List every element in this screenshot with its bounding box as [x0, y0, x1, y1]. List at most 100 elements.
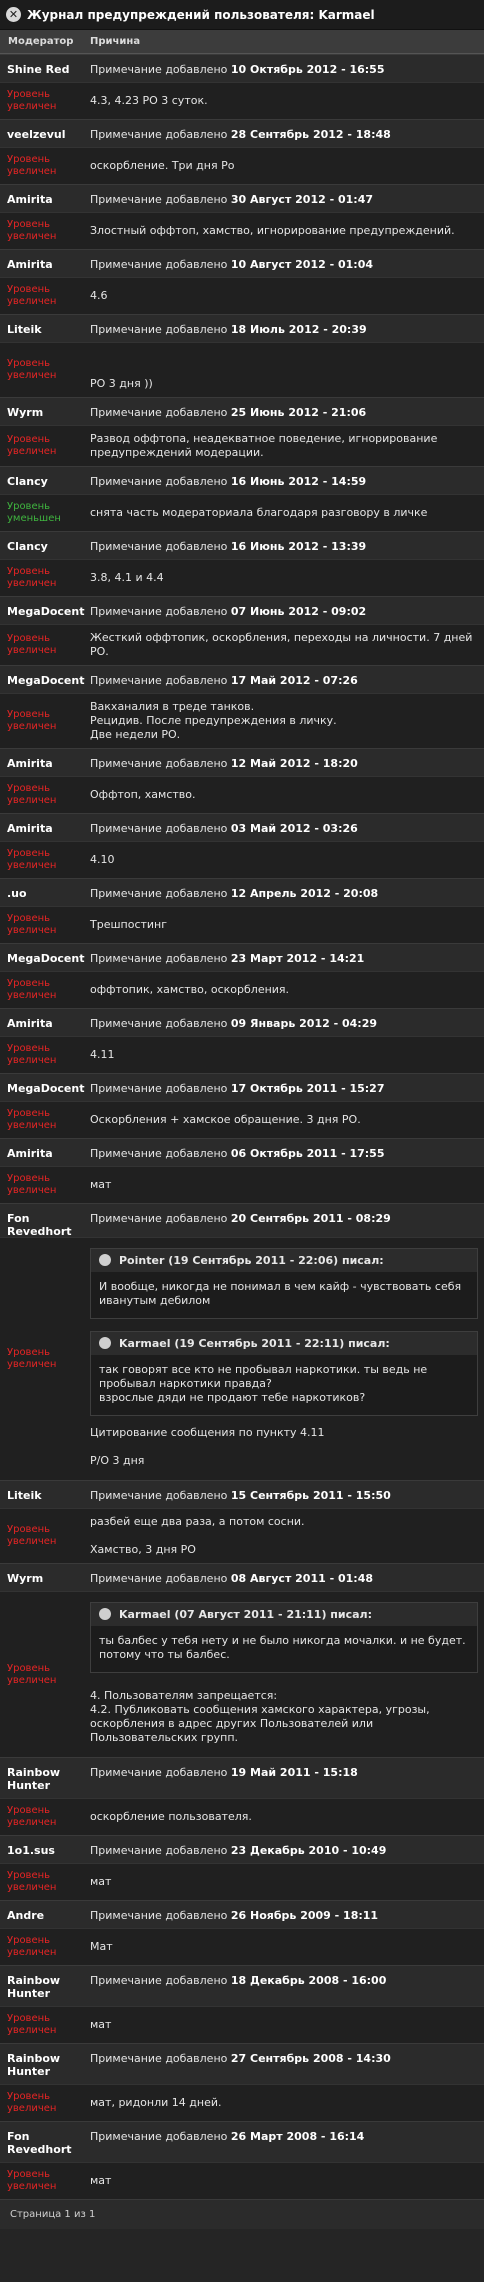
note-line: Примечание добавлено 12 Май 2012 - 18:20 [88, 749, 484, 776]
moderator-name[interactable]: Liteik [0, 1481, 88, 1508]
moderator-name[interactable]: MegaDocent [0, 944, 88, 971]
note-prefix: Примечание добавлено [90, 887, 228, 900]
log-entry: 1o1.sus Примечание добавлено 23 Декабрь 2… [0, 1835, 484, 1900]
reason-text: оскорбление. Три дня Ро [90, 159, 235, 172]
reason-text: оффтопик, хамство, оскорбления. [90, 983, 290, 996]
entry-body: Уровень увеличен мат [0, 1166, 484, 1203]
reason-text: мат [90, 2018, 112, 2031]
note-prefix: Примечание добавлено [90, 2130, 228, 2143]
quote-icon [99, 1254, 111, 1266]
reason-text: Оскорбления + хамское обращение. 3 дня Р… [90, 1113, 361, 1126]
level-status: Уровень увеличен [7, 1173, 57, 1196]
log-entry: MegaDocent Примечание добавлено 17 Октябр… [0, 1073, 484, 1138]
log-entry: MegaDocent Примечание добавлено 17 Май 20… [0, 665, 484, 748]
moderator-name[interactable]: Wyrm [0, 1564, 88, 1591]
pagination-footer: Страница 1 из 1 [0, 2199, 484, 2229]
page-indicator: Страница 1 из 1 [10, 2209, 96, 2220]
entry-header: Wyrm Примечание добавлено 08 Август 2011… [0, 1563, 484, 1591]
reason-text: мат, ридонли 14 дней. [90, 2096, 222, 2109]
entry-header: Liteik Примечание добавлено 15 Сентябрь … [0, 1480, 484, 1508]
quote-icon [99, 1608, 111, 1620]
title-bar: ✕ Журнал предупреждений пользователя: Ka… [0, 0, 484, 30]
note-date: 23 Март 2012 - 14:21 [230, 952, 365, 965]
note-date: 30 Август 2012 - 01:47 [230, 193, 373, 206]
moderator-name[interactable]: Amirita [0, 749, 88, 776]
note-prefix: Примечание добавлено [90, 540, 228, 553]
note-line: Примечание добавлено 20 Сентябрь 2011 - … [88, 1204, 484, 1231]
note-prefix: Примечание добавлено [90, 475, 228, 488]
entry-body: Уровень увеличен разбей еще два раза, а … [0, 1508, 484, 1563]
entry-header: Liteik Примечание добавлено 18 Июль 2012 … [0, 314, 484, 342]
moderator-name[interactable]: Clancy [0, 467, 88, 494]
moderator-name[interactable]: MegaDocent [0, 1074, 88, 1101]
moderator-name[interactable]: Wyrm [0, 398, 88, 425]
reason-text: снята часть модераториала благодаря разг… [90, 506, 428, 519]
moderator-name[interactable]: Shine Red [0, 55, 88, 82]
quote-header-2: Karmael (19 Сентябрь 2011 - 22:11) писал… [91, 1332, 477, 1355]
note-line: Примечание добавлено 15 Сентябрь 2011 - … [88, 1481, 484, 1508]
moderator-name[interactable]: Rainbow Hunter [0, 1966, 88, 2006]
note-date: 16 Июнь 2012 - 14:59 [230, 475, 367, 488]
note-line: Примечание добавлено 18 Июль 2012 - 20:3… [88, 315, 484, 342]
entry-body: Уровень увеличен 4.10 [0, 841, 484, 878]
note-line: Примечание добавлено 16 Июнь 2012 - 14:5… [88, 467, 484, 494]
note-line: Примечание добавлено 25 Июнь 2012 - 21:0… [88, 398, 484, 425]
level-status: Уровень увеличен [7, 1935, 57, 1958]
entry-body: Уровень увеличен оскорбление. Три дня Ро [0, 147, 484, 184]
moderator-name[interactable]: Fon Revedhort [0, 2122, 88, 2162]
reason-text: Трешпостинг [90, 918, 168, 931]
note-date: 18 Декабрь 2008 - 16:00 [230, 1974, 387, 1987]
reason-text: 4.3, 4.23 РО 3 суток. [90, 94, 208, 107]
entry-header: Shine Red Примечание добавлено 10 Октябрь… [0, 54, 484, 82]
note-date: 26 Март 2008 - 16:14 [230, 2130, 365, 2143]
reason-text: 3.8, 4.1 и 4.4 [90, 571, 164, 584]
moderator-name[interactable]: veelzevul [0, 120, 88, 147]
moderator-name[interactable]: Amirita [0, 250, 88, 277]
moderator-name[interactable]: Fon Revedhort [0, 1204, 88, 1244]
level-status: Уровень увеличен [7, 783, 57, 806]
note-prefix: Примечание добавлено [90, 63, 228, 76]
entry-header: veelzevul Примечание добавлено 28 Сентябр… [0, 119, 484, 147]
entry-header: Andre Примечание добавлено 26 Ноябрь 2009… [0, 1900, 484, 1928]
moderator-name[interactable]: .uo [0, 879, 88, 906]
moderator-name[interactable]: Amirita [0, 814, 88, 841]
note-line: Примечание добавлено 17 Май 2012 - 07:26 [88, 666, 484, 693]
entry-header: Fon Revedhort Примечание добавлено 26 Мар… [0, 2121, 484, 2162]
reason-text: Развод оффтопа, неадекватное поведение, … [90, 432, 438, 459]
note-date: 06 Октябрь 2011 - 17:55 [230, 1147, 385, 1160]
entry-body: Уровень увеличен Жесткий оффтопик, оскорб… [0, 624, 484, 665]
level-status: Уровень увеличен [7, 633, 57, 656]
note-line: Примечание добавлено 26 Ноябрь 2009 - 18… [88, 1901, 484, 1928]
note-date: 19 Май 2011 - 15:18 [230, 1766, 358, 1779]
moderator-name[interactable]: Andre [0, 1901, 88, 1928]
note-prefix: Примечание добавлено [90, 822, 228, 835]
reason-text: мат [90, 1875, 112, 1888]
entry-body: Уровень увеличен Развод оффтопа, неадеква… [0, 425, 484, 466]
moderator-name[interactable]: Rainbow Hunter [0, 2044, 88, 2084]
moderator-name[interactable]: Amirita [0, 1009, 88, 1036]
moderator-name[interactable]: MegaDocent [0, 666, 88, 693]
log-entry-liteik: Liteik Примечание добавлено 15 Сентябрь … [0, 1480, 484, 1563]
reason-text: Цитирование сообщения по пункту 4.11 Р/О… [90, 1426, 325, 1467]
reason-text: Мат [90, 1940, 113, 1953]
moderator-name[interactable]: 1o1.sus [0, 1836, 88, 1863]
entry-header: .uo Примечание добавлено 12 Апрель 2012 -… [0, 878, 484, 906]
note-prefix: Примечание добавлено [90, 1147, 228, 1160]
level-status: Уровень увеличен [7, 1662, 57, 1686]
level-status: Уровень увеличен [7, 848, 57, 871]
moderator-name[interactable]: Amirita [0, 185, 88, 212]
log-entry: Clancy Примечание добавлено 16 Июнь 2012 … [0, 466, 484, 531]
moderator-name[interactable]: Liteik [0, 315, 88, 342]
column-moderator: Модератор [8, 36, 74, 47]
log-entry: Clancy Примечание добавлено 16 Июнь 2012 … [0, 531, 484, 596]
entry-header: Clancy Примечание добавлено 16 Июнь 2012 … [0, 466, 484, 494]
note-date: 10 Октябрь 2012 - 16:55 [230, 63, 385, 76]
note-line: Примечание добавлено 12 Апрель 2012 - 20… [88, 879, 484, 906]
close-icon[interactable]: ✕ [6, 7, 21, 22]
moderator-name[interactable]: MegaDocent [0, 597, 88, 624]
log-entry: Rainbow Hunter Примечание добавлено 19 Ма… [0, 1757, 484, 1835]
moderator-name[interactable]: Clancy [0, 532, 88, 559]
entries-list-tail: Rainbow Hunter Примечание добавлено 19 Ма… [0, 1757, 484, 2199]
moderator-name[interactable]: Rainbow Hunter [0, 1758, 88, 1798]
moderator-name[interactable]: Amirita [0, 1139, 88, 1166]
